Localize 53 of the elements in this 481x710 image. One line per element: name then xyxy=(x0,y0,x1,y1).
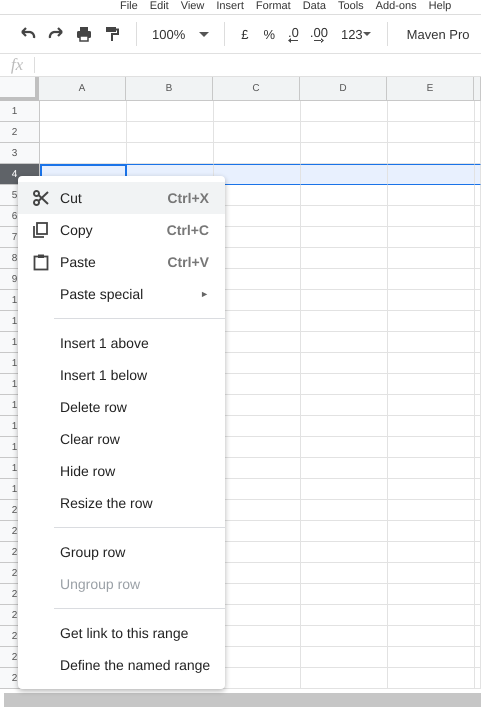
clipboard-icon xyxy=(32,253,50,271)
percent-button[interactable]: % xyxy=(258,26,280,42)
column-header[interactable]: B xyxy=(126,77,213,101)
context-menu-item[interactable]: Clear row xyxy=(18,423,225,455)
corner-cell[interactable] xyxy=(0,77,39,101)
column-header[interactable]: E xyxy=(387,77,474,101)
print-icon[interactable] xyxy=(74,24,94,44)
row-header[interactable]: 3 xyxy=(0,143,40,164)
increase-decimals-button[interactable]: .00 xyxy=(306,26,331,42)
menu-bar-item[interactable]: Insert xyxy=(216,0,244,12)
menu-bar-item[interactable]: View xyxy=(180,0,204,12)
menu-bar-item[interactable]: Add-ons xyxy=(376,0,417,12)
caret-icon xyxy=(199,32,210,36)
context-menu-item[interactable]: Cut Ctrl+X xyxy=(18,182,225,214)
context-menu-item[interactable]: Insert 1 above xyxy=(18,327,225,359)
menu-bar-item[interactable]: File xyxy=(120,0,138,12)
row-header[interactable]: 1 xyxy=(0,101,40,122)
arrow-left-icon xyxy=(288,38,298,42)
number-format-dropdown[interactable]: 123 xyxy=(336,26,376,42)
context-menu-item[interactable]: Delete row xyxy=(18,391,225,423)
caret-icon xyxy=(362,32,371,36)
menu-bar-item[interactable]: Help xyxy=(428,0,452,12)
menu-bar-item[interactable]: Tools xyxy=(338,0,364,12)
horizontal-scrollbar[interactable] xyxy=(4,693,481,707)
table-cell[interactable] xyxy=(475,164,481,185)
menu-bar-item[interactable]: Edit xyxy=(150,0,169,12)
menu-bar-item[interactable]: Format xyxy=(256,0,291,12)
copy-icon xyxy=(32,221,50,239)
arrow-right-icon xyxy=(314,38,324,42)
decrease-decimals-button[interactable]: .0 xyxy=(285,26,302,42)
column-header[interactable]: C xyxy=(213,77,300,101)
context-menu-item[interactable]: Define the named range xyxy=(18,649,225,681)
column-header[interactable]: D xyxy=(300,77,387,101)
zoom-dropdown[interactable]: 100% xyxy=(148,26,214,42)
context-menu-item[interactable]: Paste Ctrl+V xyxy=(18,246,225,278)
currency-button[interactable]: £ xyxy=(236,26,254,42)
formula-label: fx xyxy=(10,55,24,75)
table-cell[interactable] xyxy=(214,164,301,185)
scissors-icon xyxy=(32,189,50,207)
column-header[interactable]: A xyxy=(39,77,126,101)
font-dropdown[interactable]: Maven Pro xyxy=(398,26,481,42)
table-cell[interactable] xyxy=(301,164,388,185)
context-menu-item[interactable]: Get link to this range xyxy=(18,617,225,649)
menu-bar-item[interactable]: Data xyxy=(302,0,326,12)
context-menu-item[interactable]: Resize the row xyxy=(18,487,225,519)
context-menu-item[interactable]: Paste special ► xyxy=(18,278,225,310)
column-header[interactable] xyxy=(474,77,481,101)
context-menu-item[interactable]: Insert 1 below xyxy=(18,359,225,391)
row-header[interactable]: 2 xyxy=(0,122,40,143)
context-menu-item[interactable]: Copy Ctrl+C xyxy=(18,214,225,246)
context-menu-item[interactable]: Hide row xyxy=(18,455,225,487)
context-menu-item[interactable]: Group row xyxy=(18,536,225,568)
table-cell[interactable] xyxy=(388,164,475,185)
